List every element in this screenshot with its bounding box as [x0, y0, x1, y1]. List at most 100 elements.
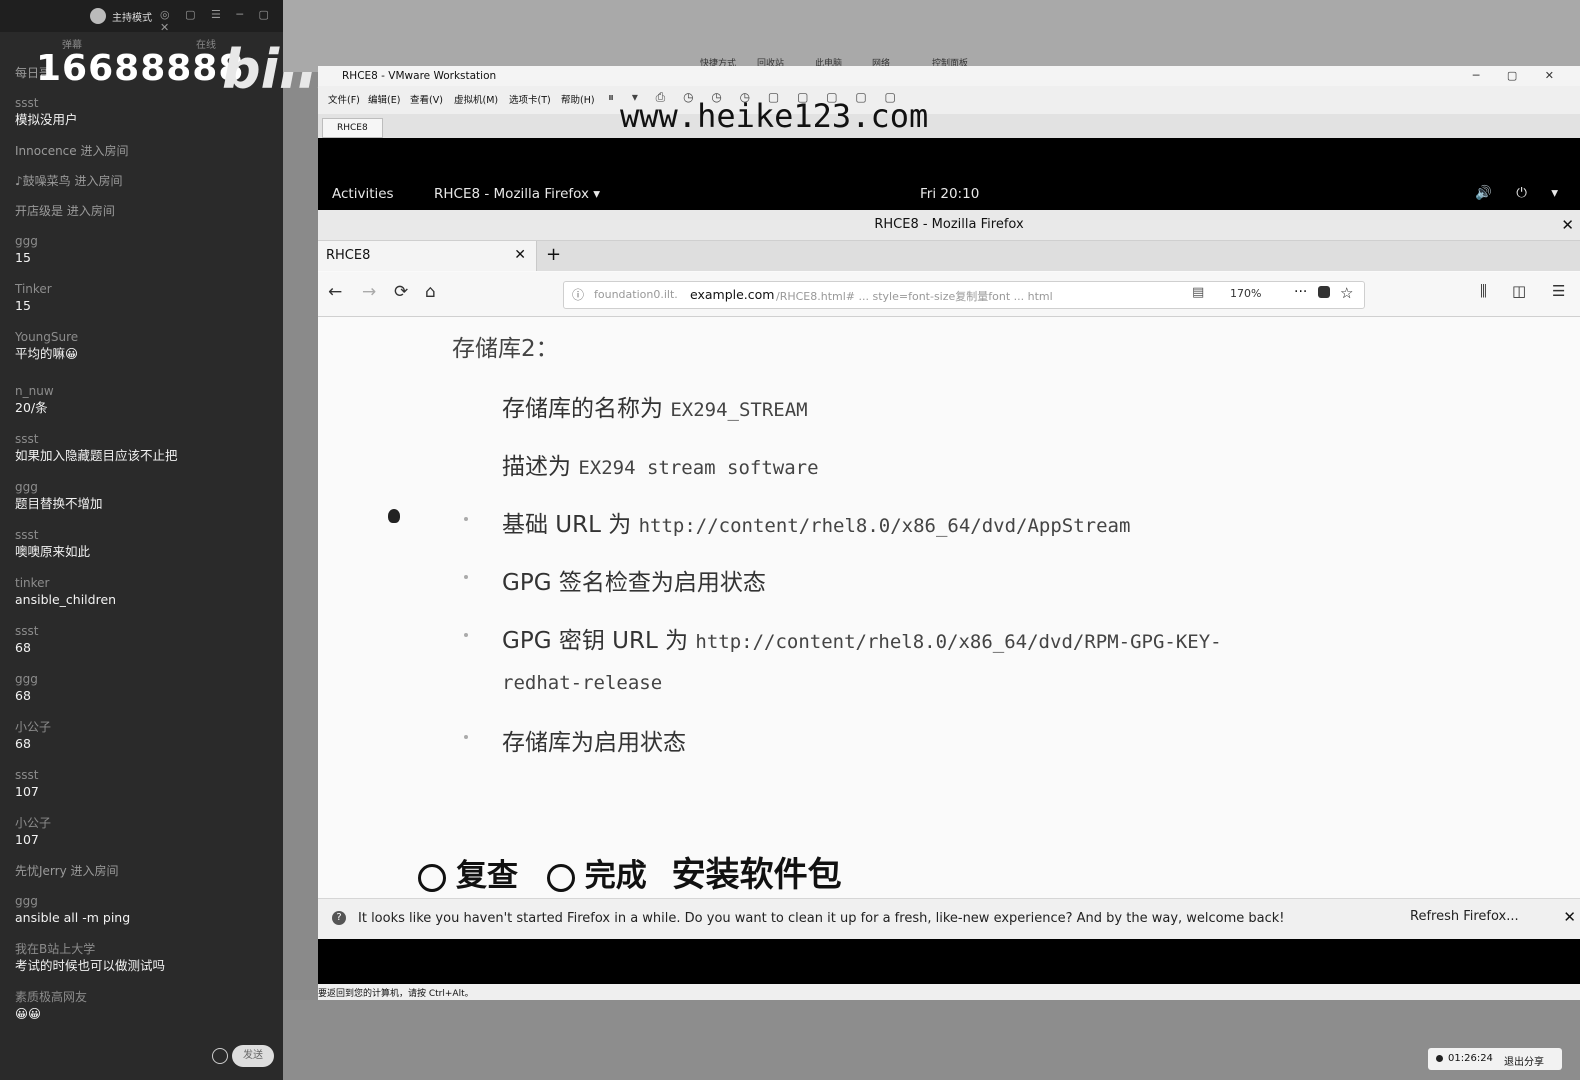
chat-text: 15 — [15, 298, 31, 313]
emoji-icon[interactable] — [212, 1048, 228, 1064]
chat-text: 噢噢原来如此 — [15, 544, 91, 559]
chat-username[interactable]: ggg — [15, 480, 277, 495]
chat-input-bar: 发送 — [0, 1040, 283, 1080]
new-tab-icon[interactable]: + — [546, 244, 561, 265]
menu-file[interactable]: 文件(F) — [328, 92, 360, 106]
requirement-label: GPG 签名检查为启用状态 — [502, 570, 766, 596]
firefox-titlebar: RHCE8 - Mozilla Firefox ✕ — [318, 210, 1580, 241]
close-icon[interactable]: ✕ — [1563, 908, 1576, 926]
chat-message: tinker ansible_children — [15, 576, 277, 608]
vmware-tabbar: RHCE8 — [318, 114, 1580, 139]
bullet — [464, 575, 468, 579]
home-icon[interactable]: ⌂ — [425, 282, 436, 302]
chat-text: 😀😀 — [15, 1006, 42, 1021]
refresh-firefox-button[interactable]: Refresh Firefox... — [1410, 909, 1519, 924]
chat-message: ggg 15 — [15, 234, 277, 266]
reader-view-icon[interactable]: ▤ — [1192, 285, 1204, 300]
chat-text: 题目替换不增加 — [15, 496, 103, 511]
chat-username[interactable]: 我在B站上大学 — [15, 942, 277, 957]
chat-window-controls[interactable]: ◎ ▢ ☰ ─ ▢ ✕ — [160, 8, 283, 34]
repo-heading: 存储库2： — [452, 336, 559, 362]
chat-text: 20/条 — [15, 400, 48, 415]
pocket-icon[interactable] — [1318, 286, 1330, 298]
chat-header: 主持模式 ◎ ▢ ☰ ─ ▢ ✕ — [0, 0, 283, 34]
chat-text: 107 — [15, 832, 39, 847]
firefox-title: RHCE8 - Mozilla Firefox — [874, 217, 1024, 232]
app-menu[interactable]: RHCE8 - Mozilla Firefox ▾ — [434, 186, 600, 202]
browser-tab-label: RHCE8 — [326, 248, 371, 263]
chat-message: ssst 68 — [15, 624, 277, 656]
chat-username[interactable]: ggg — [15, 894, 277, 909]
forward-icon[interactable]: → — [362, 282, 376, 302]
activities-button[interactable]: Activities — [332, 186, 394, 202]
chat-message: 我在B站上大学 考试的时候也可以做测试吗 — [15, 942, 277, 974]
chat-username[interactable]: ggg — [15, 234, 277, 249]
requirement-label: 基础 URL 为 — [502, 512, 639, 538]
live-chat-panel: 主持模式 ◎ ▢ ☰ ─ ▢ ✕ 弹幕 在线 每日哥 ssst 模拟没用户 Innoc… — [0, 0, 410, 1080]
chat-text: ansible all -m ping — [15, 910, 131, 925]
guest-screen: Activities RHCE8 - Mozilla Firefox ▾ Fri… — [318, 138, 1580, 984]
chat-message: ggg ansible all -m ping — [15, 894, 277, 926]
chat-username[interactable]: ♪鼓噪菜鸟 进入房间 — [15, 174, 277, 189]
mouse-cursor — [388, 509, 400, 523]
chat-username[interactable]: ggg — [15, 672, 277, 687]
host-desktop-bottom — [283, 1000, 1580, 1080]
chat-message: ggg 68 — [15, 672, 277, 704]
url-bar[interactable]: ⓘ foundation0.ilt. example.com /RHCE8.ht… — [563, 281, 1365, 309]
host-avatar[interactable] — [90, 8, 106, 24]
bullet — [464, 735, 468, 739]
bookmark-star-icon[interactable]: ☆ — [1340, 284, 1353, 302]
system-menu[interactable]: 🔊 ⏻ ▾ — [1475, 185, 1568, 201]
chat-message: ssst 如果加入隐藏题目应该不止把 — [15, 432, 277, 464]
chat-username[interactable]: ssst — [15, 768, 277, 783]
chat-username[interactable]: Innocence 进入房间 — [15, 144, 277, 159]
chat-username[interactable]: Tinker — [15, 282, 277, 297]
chat-message: ssst 107 — [15, 768, 277, 800]
browser-tab[interactable]: RHCE8 ✕ — [318, 241, 537, 271]
chat-message: 小公子 107 — [15, 816, 277, 848]
gnome-top-bar: Activities RHCE8 - Mozilla Firefox ▾ Fri… — [318, 182, 1580, 206]
vmware-statusbar: 要返回到您的计算机，请按 Ctrl+Alt。 — [318, 984, 1580, 1000]
firefox-tabstrip: RHCE8 ✕ + — [318, 241, 1580, 271]
firefox-window: RHCE8 - Mozilla Firefox ✕ RHCE8 ✕ + ← → … — [318, 210, 1580, 939]
chat-username[interactable]: YoungSure — [15, 330, 277, 345]
menu-help[interactable]: 帮助(H) — [561, 92, 595, 106]
library-icon[interactable]: ⫼ — [1480, 282, 1487, 300]
zoom-level[interactable]: 170% — [1224, 287, 1267, 300]
done-radio[interactable] — [546, 863, 575, 892]
chat-username[interactable]: 小公子 — [15, 720, 277, 735]
menu-vm[interactable]: 虚拟机(M) — [454, 92, 498, 106]
vm-tab-rhce8[interactable]: RHCE8 — [322, 118, 383, 138]
repo-requirement: 存储库为启用状态 — [502, 723, 686, 757]
send-button[interactable]: 发送 — [232, 1045, 274, 1067]
chat-username[interactable]: 开店级是 进入房间 — [15, 204, 277, 219]
exit-share-button[interactable]: 退出分享 — [1504, 1053, 1544, 1068]
close-tab-icon[interactable]: ✕ — [514, 247, 526, 263]
menu-tabs[interactable]: 选项卡(T) — [509, 92, 551, 106]
chat-username[interactable]: n_nuw — [15, 384, 277, 399]
page-actions-icon[interactable]: ··· — [1294, 284, 1307, 300]
bullet — [464, 517, 468, 521]
site-info-icon[interactable]: ⓘ — [572, 286, 584, 303]
chat-username[interactable]: 小公子 — [15, 816, 277, 831]
chat-username[interactable]: 素质极高网友 — [15, 990, 277, 1005]
vmware-window-controls[interactable]: ─ ▢ ✕ — [1473, 66, 1566, 86]
back-icon[interactable]: ← — [328, 282, 342, 302]
menu-icon[interactable]: ☰ — [1552, 282, 1565, 300]
close-icon[interactable]: ✕ — [1561, 210, 1574, 240]
review-radio[interactable] — [418, 863, 446, 892]
menu-view[interactable]: 查看(V) — [410, 92, 443, 106]
clock[interactable]: Fri 20:10 — [920, 186, 979, 202]
reload-icon[interactable]: ⟳ — [394, 282, 408, 302]
watermark-url: www.heike123.com — [620, 97, 929, 135]
chat-username[interactable]: ssst — [15, 432, 277, 447]
chat-username[interactable]: ssst — [15, 528, 277, 543]
sidebar-icon[interactable]: ◫ — [1512, 282, 1526, 300]
chat-username[interactable]: tinker — [15, 576, 277, 591]
step-header: 复查 完成 安装软件包 — [418, 847, 842, 896]
chat-username[interactable]: 先忧Jerry 进入房间 — [15, 864, 277, 879]
menu-edit[interactable]: 编辑(E) — [368, 92, 400, 106]
chat-message: YoungSure 平均的嘛😀 — [15, 330, 277, 362]
chat-username[interactable]: ssst — [15, 624, 277, 639]
notification-text: It looks like you haven't started Firefo… — [358, 911, 1285, 926]
